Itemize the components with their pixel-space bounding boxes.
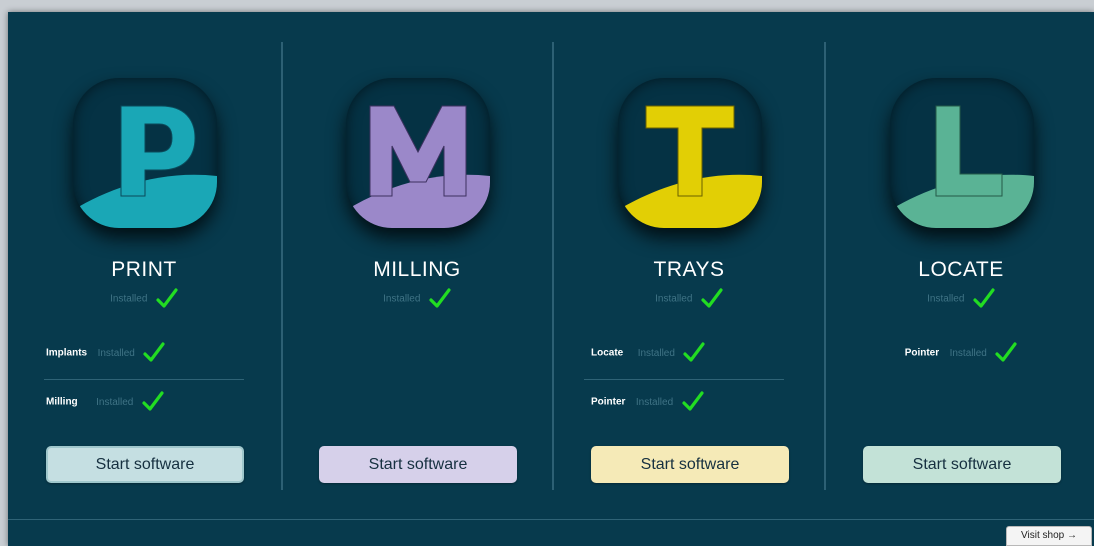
start-software-button[interactable]: Start software [46,446,244,483]
app-card-milling: MILLING Installed Start software [281,12,553,512]
app-status: Installed [553,288,825,312]
letter-m-icon[interactable] [346,78,490,228]
module-name: Milling [46,396,78,408]
app-title: PRINT [111,258,177,281]
icon-letter [369,105,467,197]
app-title: MILLING [373,258,461,281]
checkmark-icon [973,288,995,308]
app-title: LOCATE [918,258,1004,281]
checkmark-icon [156,288,178,308]
module-row: Implants Installed [46,342,246,370]
module-row: Pointer Installed [591,391,791,419]
status-text: Installed [655,293,693,305]
checkmark-icon [683,342,705,362]
module-divider [584,379,784,380]
launcher-panel: PRINT Installed Implants Installed Milli… [8,12,1094,546]
module-name: Pointer [904,347,940,359]
module-status: Installed [96,396,134,408]
visit-shop-button[interactable]: Visit shop → [1006,526,1092,546]
checkmark-icon [701,288,723,308]
letter-p-icon[interactable] [73,78,217,228]
app-title: TRAYS [653,258,725,281]
checkmark-icon [142,391,164,411]
module-status: Installed [637,347,675,359]
status-text: Installed [927,293,965,305]
checkmark-icon [143,342,165,362]
start-software-button[interactable]: Start software [591,446,789,483]
module-name: Pointer [591,396,626,408]
app-card-print: PRINT Installed Implants Installed Milli… [8,12,280,512]
app-card-trays: TRAYS Installed Locate Installed Pointer… [553,12,825,512]
module-row: Milling Installed [46,391,246,419]
module-divider [44,379,244,380]
module-status: Installed [635,396,674,408]
module-name: Locate [591,347,624,359]
icon-wave [346,174,490,228]
footer-divider [8,519,1094,520]
app-status: Installed [8,288,280,312]
start-software-button[interactable]: Start software [863,446,1061,483]
module-name: Implants [46,347,88,359]
app-status: Installed [281,288,553,312]
module-status: Installed [97,347,135,359]
module-row: Pointer Installed [825,342,1094,370]
icon-letter [935,105,1003,197]
letter-l-icon[interactable] [890,78,1034,228]
module-row: Locate Installed [591,342,791,370]
checkmark-icon [682,391,704,411]
status-text: Installed [383,293,421,305]
checkmark-icon [429,288,451,308]
app-status: Installed [825,288,1094,312]
status-text: Installed [110,293,148,305]
letter-t-icon[interactable] [618,78,762,228]
module-status: Installed [949,347,987,359]
checkmark-icon [995,342,1017,362]
app-card-locate: LOCATE Installed Pointer Installed Start… [825,12,1094,512]
start-software-button[interactable]: Start software [319,446,517,483]
